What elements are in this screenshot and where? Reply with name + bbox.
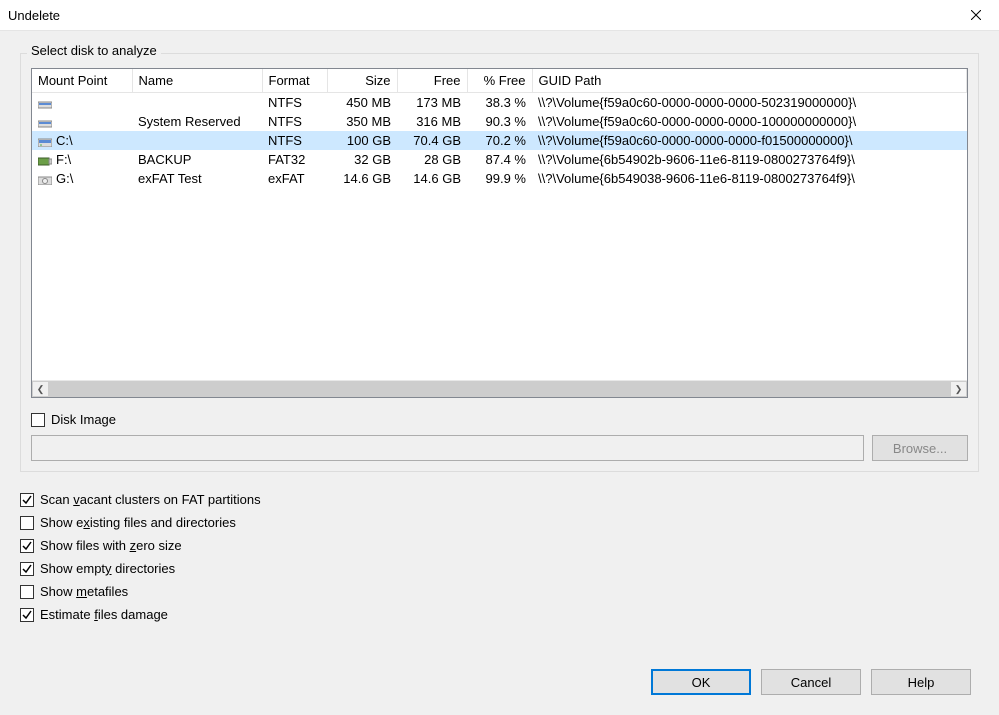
volume-name: BACKUP xyxy=(132,150,262,169)
col-size[interactable]: Size xyxy=(327,69,397,93)
pct-free: 90.3 % xyxy=(467,112,532,131)
col-pct-free[interactable]: % Free xyxy=(467,69,532,93)
option-row: Estimate files damage xyxy=(20,607,979,622)
scroll-thumb[interactable] xyxy=(49,381,950,397)
option-label: Show files with zero size xyxy=(40,538,182,553)
window-title: Undelete xyxy=(8,8,953,23)
size: 100 GB xyxy=(327,131,397,150)
format: NTFS xyxy=(262,93,327,113)
scroll-track[interactable] xyxy=(49,381,950,397)
horizontal-scrollbar[interactable]: ❮ ❯ xyxy=(32,380,967,397)
select-disk-group: Select disk to analyze Mount Point Name … xyxy=(20,53,979,472)
option-label: Scan vacant clusters on FAT partitions xyxy=(40,492,261,507)
col-mount-point[interactable]: Mount Point xyxy=(32,69,132,93)
mount-point: F:\ xyxy=(56,152,71,167)
volume-name: System Reserved xyxy=(132,112,262,131)
mount-point: C:\ xyxy=(56,133,73,148)
scroll-left-button[interactable]: ❮ xyxy=(32,381,49,397)
table-row[interactable]: G:\exFAT TestexFAT14.6 GB14.6 GB99.9 %\\… xyxy=(32,169,967,188)
free: 14.6 GB xyxy=(397,169,467,188)
table-row[interactable]: C:\ NTFS100 GB70.4 GB70.2 %\\?\Volume{f59… xyxy=(32,131,967,150)
drive-icon xyxy=(38,154,52,165)
free: 173 MB xyxy=(397,93,467,113)
option-row: Scan vacant clusters on FAT partitions xyxy=(20,492,979,507)
option-label: Show existing files and directories xyxy=(40,515,236,530)
format: FAT32 xyxy=(262,150,327,169)
option-row: Show empty directories xyxy=(20,561,979,576)
format: NTFS xyxy=(262,131,327,150)
option-row: Show files with zero size xyxy=(20,538,979,553)
close-button[interactable] xyxy=(953,0,999,31)
format: NTFS xyxy=(262,112,327,131)
option-checkbox[interactable] xyxy=(20,585,34,599)
col-free[interactable]: Free xyxy=(397,69,467,93)
disk-image-checkbox[interactable] xyxy=(31,413,45,427)
free: 28 GB xyxy=(397,150,467,169)
help-button[interactable]: Help xyxy=(871,669,971,695)
browse-button[interactable]: Browse... xyxy=(872,435,968,461)
disk-image-path-input[interactable] xyxy=(31,435,864,461)
pct-free: 87.4 % xyxy=(467,150,532,169)
size: 32 GB xyxy=(327,150,397,169)
header-row: Mount Point Name Format Size Free % Free… xyxy=(32,69,967,93)
table-row[interactable]: F:\ BACKUPFAT3232 GB28 GB87.4 %\\?\Volume… xyxy=(32,150,967,169)
free: 70.4 GB xyxy=(397,131,467,150)
pct-free: 38.3 % xyxy=(467,93,532,113)
drive-icon xyxy=(38,97,52,108)
guid-path: \\?\Volume{f59a0c60-0000-0000-0000-10000… xyxy=(532,112,967,131)
size: 350 MB xyxy=(327,112,397,131)
table-row[interactable]: NTFS450 MB173 MB38.3 %\\?\Volume{f59a0c6… xyxy=(32,93,967,113)
option-row: Show existing files and directories xyxy=(20,515,979,530)
disk-image-label: Disk Image xyxy=(51,412,116,427)
drive-icon xyxy=(38,173,52,184)
col-guid-path[interactable]: GUID Path xyxy=(532,69,967,93)
size: 14.6 GB xyxy=(327,169,397,188)
table-row[interactable]: System ReservedNTFS350 MB316 MB90.3 %\\?… xyxy=(32,112,967,131)
volume-name: exFAT Test xyxy=(132,169,262,188)
option-label: Show metafiles xyxy=(40,584,128,599)
option-label: Show empty directories xyxy=(40,561,175,576)
option-row: Show metafiles xyxy=(20,584,979,599)
col-name[interactable]: Name xyxy=(132,69,262,93)
guid-path: \\?\Volume{6b549038-9606-11e6-8119-08002… xyxy=(532,169,967,188)
format: exFAT xyxy=(262,169,327,188)
group-label: Select disk to analyze xyxy=(27,43,161,58)
ok-button[interactable]: OK xyxy=(651,669,751,695)
guid-path: \\?\Volume{f59a0c60-0000-0000-0000-50231… xyxy=(532,93,967,113)
col-format[interactable]: Format xyxy=(262,69,327,93)
mount-point: G:\ xyxy=(56,171,73,186)
option-checkbox[interactable] xyxy=(20,608,34,622)
volume-name xyxy=(132,131,262,150)
size: 450 MB xyxy=(327,93,397,113)
option-checkbox[interactable] xyxy=(20,493,34,507)
guid-path: \\?\Volume{f59a0c60-0000-0000-0000-f0150… xyxy=(532,131,967,150)
disk-listview[interactable]: Mount Point Name Format Size Free % Free… xyxy=(31,68,968,398)
titlebar: Undelete xyxy=(0,0,999,31)
pct-free: 99.9 % xyxy=(467,169,532,188)
drive-icon xyxy=(38,116,52,127)
option-checkbox[interactable] xyxy=(20,539,34,553)
volume-name xyxy=(132,93,262,113)
scroll-right-button[interactable]: ❯ xyxy=(950,381,967,397)
option-label: Estimate files damage xyxy=(40,607,168,622)
guid-path: \\?\Volume{6b54902b-9606-11e6-8119-08002… xyxy=(532,150,967,169)
free: 316 MB xyxy=(397,112,467,131)
pct-free: 70.2 % xyxy=(467,131,532,150)
drive-icon xyxy=(38,135,52,146)
option-checkbox[interactable] xyxy=(20,562,34,576)
option-checkbox[interactable] xyxy=(20,516,34,530)
cancel-button[interactable]: Cancel xyxy=(761,669,861,695)
close-icon xyxy=(971,10,981,20)
